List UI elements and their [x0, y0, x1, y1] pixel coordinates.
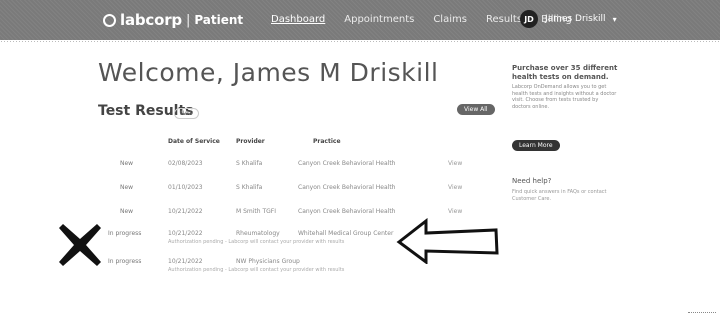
nav-item-appointments[interactable]: Appointments	[344, 14, 414, 25]
row-practice: Canyon Creek Behavioral Health	[298, 160, 396, 167]
results-filter-dropdown[interactable]: New	[174, 108, 200, 119]
column-header-practice: Practice	[313, 138, 341, 145]
page-title: Welcome, James M Driskill	[98, 58, 439, 87]
user-name: James Driskill	[545, 14, 606, 24]
row-provider: Rheumatology	[236, 230, 280, 237]
row-date: 10/21/2022	[168, 230, 203, 237]
row-practice: Whitehall Medical Group Center	[298, 230, 394, 237]
column-header-date: Date of Service	[168, 138, 220, 145]
brand-name: labcorp	[120, 11, 182, 29]
help-text[interactable]: Find quick answers in FAQs or contact Cu…	[512, 189, 612, 203]
row-date: 10/21/2022	[168, 258, 203, 265]
table-row[interactable]: New 02/08/2023 S Khalifa Canyon Creek Be…	[108, 160, 478, 182]
row-status: New	[120, 208, 134, 215]
help-title: Need help?	[512, 177, 552, 185]
x-mark-icon	[59, 224, 101, 266]
top-nav-bar: labcorp | Patient Dashboard Appointments…	[0, 0, 720, 40]
row-status: In progress	[108, 258, 142, 265]
row-practice: Canyon Creek Behavioral Health	[298, 184, 396, 191]
promo-title: Purchase over 35 different health tests …	[512, 64, 618, 81]
row-status: New	[120, 184, 134, 191]
chevron-down-icon: ▾	[612, 14, 617, 24]
user-menu[interactable]: JD James Driskill ▾	[520, 10, 617, 28]
avatar: JD	[520, 10, 538, 28]
row-practice: Canyon Creek Behavioral Health	[298, 208, 396, 215]
row-view-link[interactable]: View	[448, 184, 462, 191]
learn-more-button[interactable]: Learn More	[512, 140, 560, 151]
row-status: New	[120, 160, 134, 167]
row-detail: Authorization pending - Labcorp will con…	[168, 267, 345, 273]
row-date: 02/08/2023	[168, 160, 203, 167]
row-provider: M Smith TGFI	[236, 208, 277, 215]
arrow-left-icon	[396, 218, 499, 264]
row-provider: S Khalifa	[236, 160, 263, 167]
nav-item-results[interactable]: Results	[486, 14, 522, 25]
nav-item-claims[interactable]: Claims	[433, 14, 467, 25]
brand-section: Patient	[194, 13, 244, 27]
brand-separator: |	[185, 12, 191, 28]
promo-text: Labcorp OnDemand allows you to get healt…	[512, 84, 617, 110]
row-date: 01/10/2023	[168, 184, 203, 191]
row-view-link[interactable]: View	[448, 160, 462, 167]
row-detail: Authorization pending - Labcorp will con…	[168, 239, 345, 245]
row-date: 10/21/2022	[168, 208, 203, 215]
row-provider: NW Physicians Group	[236, 258, 300, 265]
divider	[0, 40, 720, 44]
brand-logo[interactable]: labcorp | Patient	[103, 11, 243, 29]
table-row[interactable]: New 01/10/2023 S Khalifa Canyon Creek Be…	[108, 184, 478, 206]
row-status: In progress	[108, 230, 142, 237]
row-provider: S Khalifa	[236, 184, 263, 191]
column-header-provider: Provider	[236, 138, 265, 145]
divider	[688, 312, 716, 314]
logo-circle-icon	[103, 13, 116, 27]
nav-item-dashboard[interactable]: Dashboard	[271, 14, 325, 25]
row-view-link[interactable]: View	[448, 208, 462, 215]
view-all-button[interactable]: View All	[457, 104, 495, 115]
